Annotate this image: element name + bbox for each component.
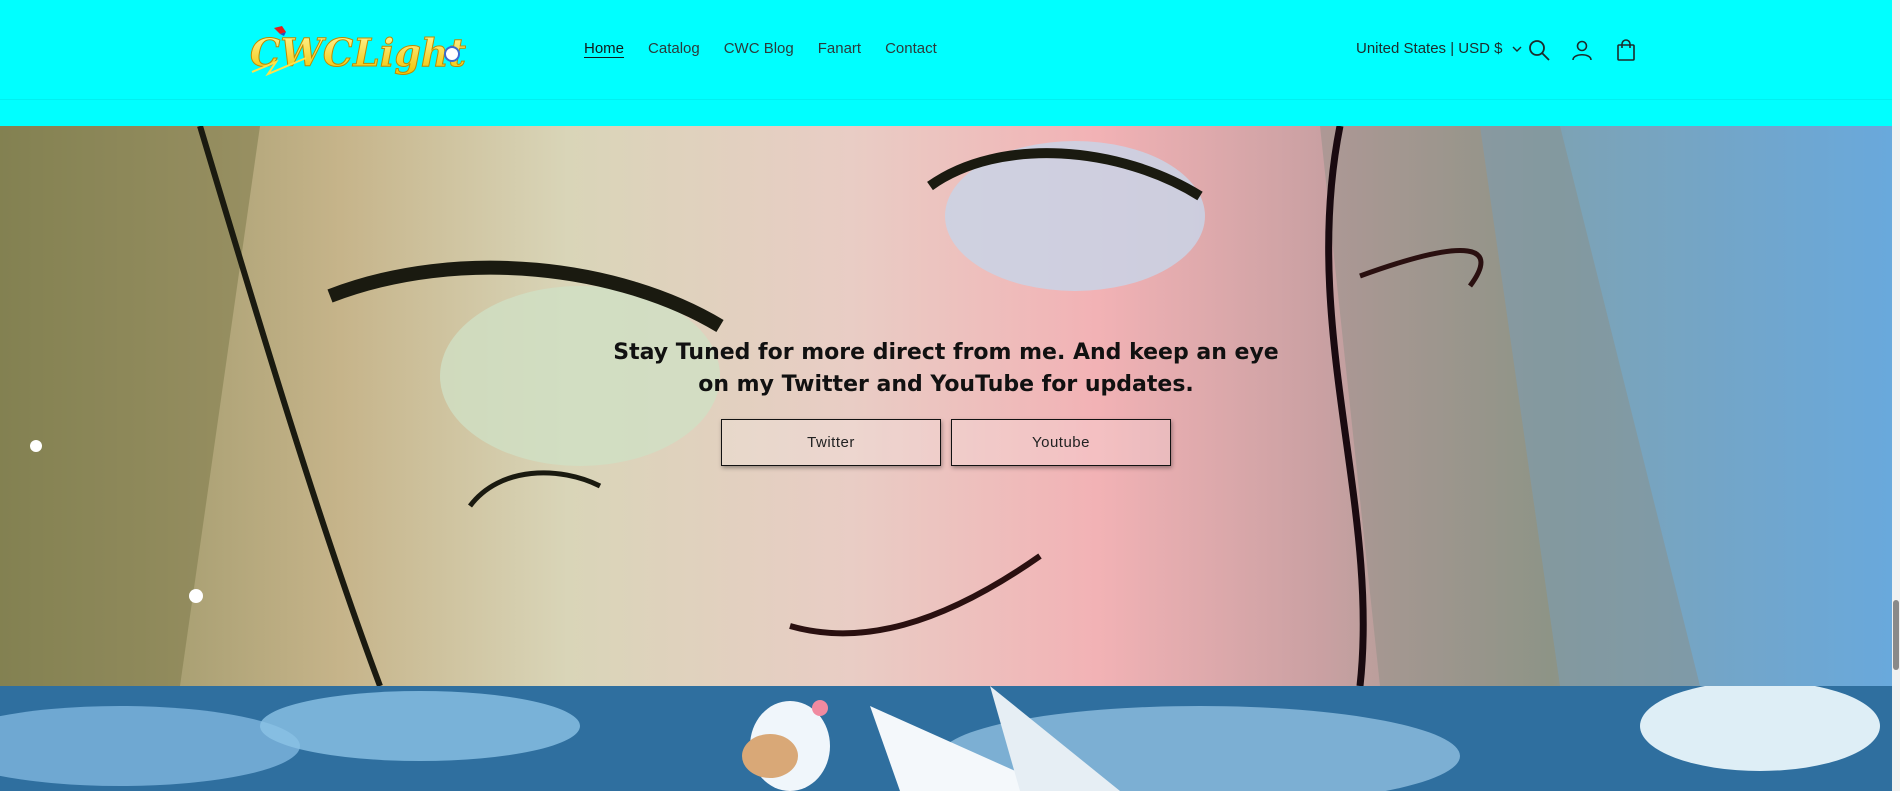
cart-icon[interactable] [1614, 38, 1638, 62]
hero-heading: Stay Tuned for more direct from me. And … [613, 339, 1279, 397]
scrollbar-thumb[interactable] [1893, 600, 1899, 670]
second-banner-image [0, 686, 1892, 791]
account-icon[interactable] [1570, 38, 1594, 62]
sky-illustration [0, 686, 1892, 791]
twitter-button[interactable]: Twitter [721, 418, 941, 466]
search-icon[interactable] [1527, 38, 1551, 62]
youtube-button[interactable]: Youtube [951, 418, 1171, 466]
hero-content: Stay Tuned for more direct from me. And … [0, 126, 1892, 686]
nav-item-catalog[interactable]: Catalog [648, 40, 700, 57]
nav-item-contact[interactable]: Contact [885, 40, 937, 57]
locale-label: United States | USD $ [1356, 40, 1503, 57]
hero-banner: Stay Tuned for more direct from me. And … [0, 126, 1892, 686]
nav-item-home[interactable]: Home [584, 40, 624, 57]
page-scrollbar[interactable] [1892, 0, 1900, 791]
header-bar: CWCLight Home Catalog CWC Blog Fanart Co… [0, 0, 1892, 100]
logo-image: CWCLight [250, 26, 467, 77]
chevron-down-icon [1512, 46, 1522, 52]
nav-item-fanart[interactable]: Fanart [818, 40, 861, 57]
nav-item-cwc-blog[interactable]: CWC Blog [724, 40, 794, 57]
main-nav: Home Catalog CWC Blog Fanart Contact [584, 40, 961, 57]
site-logo[interactable]: CWCLight [246, 22, 467, 80]
site-header: CWCLight Home Catalog CWC Blog Fanart Co… [0, 0, 1892, 126]
country-currency-selector[interactable]: United States | USD $ [1356, 40, 1522, 57]
hero-buttons: Twitter Youtube [721, 418, 1171, 466]
